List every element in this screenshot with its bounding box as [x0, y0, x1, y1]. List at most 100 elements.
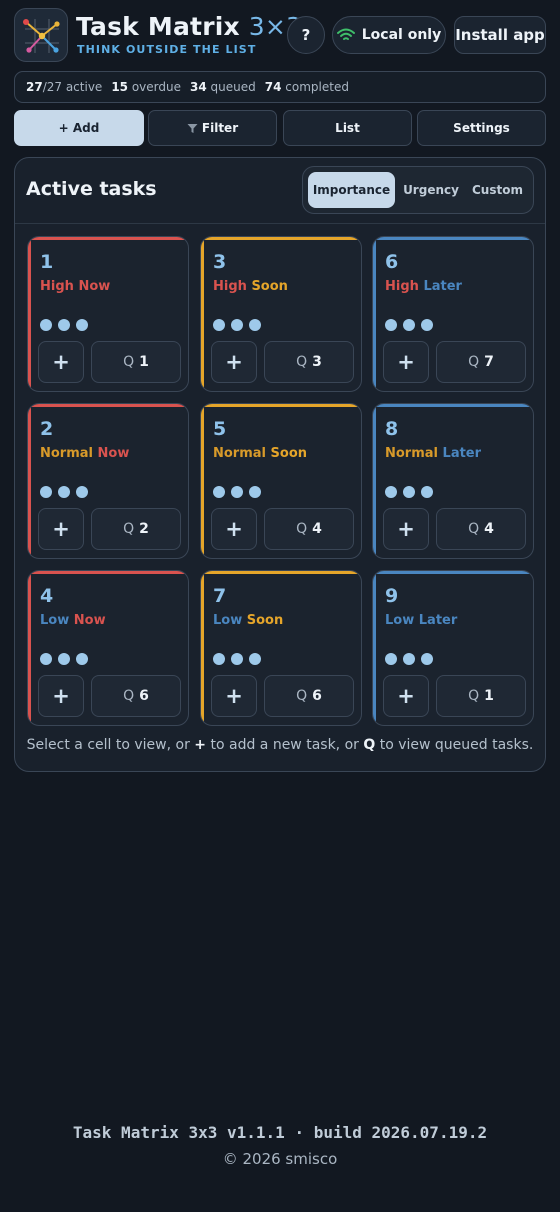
app-subtitle: THINK OUTSIDE THE LIST — [77, 43, 257, 56]
cell-left-accent — [201, 571, 204, 725]
help-button[interactable]: ? — [287, 16, 325, 54]
cell-dots — [213, 319, 261, 331]
app-title-main: Task Matrix — [76, 12, 240, 41]
cell-level: Low — [40, 613, 70, 628]
cell-dots — [40, 486, 88, 498]
cell-left-accent — [373, 404, 376, 558]
list-button[interactable]: List — [283, 110, 412, 146]
sort-segmented-control: Importance Urgency Custom — [302, 166, 534, 214]
app-logo — [14, 8, 68, 62]
cell-label: Low Soon — [213, 613, 283, 628]
dot-icon — [249, 653, 261, 665]
matrix-cell[interactable]: 6 High Later + Q 7 — [372, 236, 534, 392]
cell-top-accent — [28, 237, 188, 240]
matrix-cell[interactable]: 3 High Soon + Q 3 — [200, 236, 362, 392]
cell-left-accent — [373, 571, 376, 725]
queued-tasks-button[interactable]: Q4 — [264, 508, 354, 550]
local-only-button[interactable]: Local only — [332, 16, 446, 54]
cell-label: High Soon — [213, 279, 288, 294]
cell-time: Later — [418, 613, 458, 628]
add-task-button[interactable]: + — [211, 341, 257, 383]
tab-custom[interactable]: Custom — [466, 172, 529, 208]
matrix-cell[interactable]: 8 Normal Later + Q 4 — [372, 403, 534, 559]
queued-tasks-button[interactable]: Q1 — [91, 341, 181, 383]
cell-left-accent — [373, 237, 376, 391]
add-task-button[interactable]: + — [383, 675, 429, 717]
matrix-cell[interactable]: 4 Low Now + Q 6 — [27, 570, 189, 726]
dot-icon — [58, 486, 70, 498]
dot-icon — [213, 486, 225, 498]
hint-part-2: to add a new task, or — [206, 737, 364, 753]
cell-number: 8 — [385, 418, 399, 440]
add-task-button[interactable]: + — [38, 341, 84, 383]
panel-divider — [15, 223, 545, 224]
matrix-logo-icon — [23, 19, 60, 53]
cell-number: 4 — [40, 585, 54, 607]
stats-bar: 27/27 active 15 overdue 34 queued 74 com… — [14, 71, 546, 103]
cell-number: 2 — [40, 418, 54, 440]
toolbar: + Add Filter List Settings — [14, 110, 546, 146]
dot-icon — [40, 319, 52, 331]
add-button[interactable]: + Add — [14, 110, 144, 146]
cell-left-accent — [28, 404, 31, 558]
panel-title: Active tasks — [26, 178, 157, 200]
cell-dots — [213, 486, 261, 498]
tab-importance[interactable]: Importance — [308, 172, 395, 208]
overdue-label: overdue — [131, 80, 181, 94]
install-app-button[interactable]: Install app — [454, 16, 546, 54]
cell-time: Later — [423, 279, 462, 294]
matrix-cell[interactable]: 7 Low Soon + Q 6 — [200, 570, 362, 726]
overdue-count: 15 — [111, 80, 129, 94]
queue-key: Q — [468, 354, 480, 370]
matrix-cell[interactable]: 5 Normal Soon + Q 4 — [200, 403, 362, 559]
dot-icon — [58, 653, 70, 665]
queued-tasks-button[interactable]: Q3 — [264, 341, 354, 383]
cell-number: 5 — [213, 418, 227, 440]
queued-tasks-button[interactable]: Q1 — [436, 675, 526, 717]
tab-urgency[interactable]: Urgency — [398, 172, 464, 208]
queued-count: 34 — [190, 80, 207, 94]
copyright-text: © 2026 smisco — [222, 1150, 338, 1168]
cell-number: 6 — [385, 251, 399, 273]
queued-tasks-button[interactable]: Q7 — [436, 341, 526, 383]
cell-dots — [40, 319, 88, 331]
dot-icon — [385, 653, 397, 665]
cell-dots — [385, 653, 433, 665]
cell-label: High Later — [385, 279, 462, 294]
matrix-cell[interactable]: 2 Normal Now + Q 2 — [27, 403, 189, 559]
cell-number: 1 — [40, 251, 54, 273]
cell-left-accent — [201, 404, 204, 558]
cell-time: Soon — [251, 279, 288, 294]
dot-icon — [403, 653, 415, 665]
cell-top-accent — [201, 404, 361, 407]
queue-key: Q — [296, 521, 308, 537]
dot-icon — [421, 486, 433, 498]
cell-number: 3 — [213, 251, 227, 273]
cell-label: Normal Soon — [213, 446, 307, 461]
queued-tasks-button[interactable]: Q6 — [264, 675, 354, 717]
queued-tasks-button[interactable]: Q6 — [91, 675, 181, 717]
add-task-button[interactable]: + — [211, 675, 257, 717]
queue-count: 1 — [139, 354, 149, 370]
matrix-cell[interactable]: 9 Low Later + Q 1 — [372, 570, 534, 726]
cell-top-accent — [373, 404, 533, 407]
cell-dots — [213, 653, 261, 665]
dot-icon — [231, 653, 243, 665]
add-task-button[interactable]: + — [38, 675, 84, 717]
add-task-button[interactable]: + — [38, 508, 84, 550]
dot-icon — [76, 653, 88, 665]
add-task-button[interactable]: + — [383, 508, 429, 550]
matrix-cell[interactable]: 1 High Now + Q 1 — [27, 236, 189, 392]
queue-count: 4 — [312, 521, 322, 537]
settings-button[interactable]: Settings — [417, 110, 546, 146]
add-task-button[interactable]: + — [211, 508, 257, 550]
queue-count: 4 — [484, 521, 494, 537]
filter-button[interactable]: Filter — [148, 110, 277, 146]
cell-level: Normal — [213, 446, 266, 461]
queue-key: Q — [123, 688, 135, 704]
queued-tasks-button[interactable]: Q2 — [91, 508, 181, 550]
hint-q: Q — [363, 737, 376, 753]
add-task-button[interactable]: + — [383, 341, 429, 383]
version-text: Task Matrix 3x3 v1.1.1 · build 2026.07.1… — [72, 1123, 488, 1142]
queued-tasks-button[interactable]: Q4 — [436, 508, 526, 550]
